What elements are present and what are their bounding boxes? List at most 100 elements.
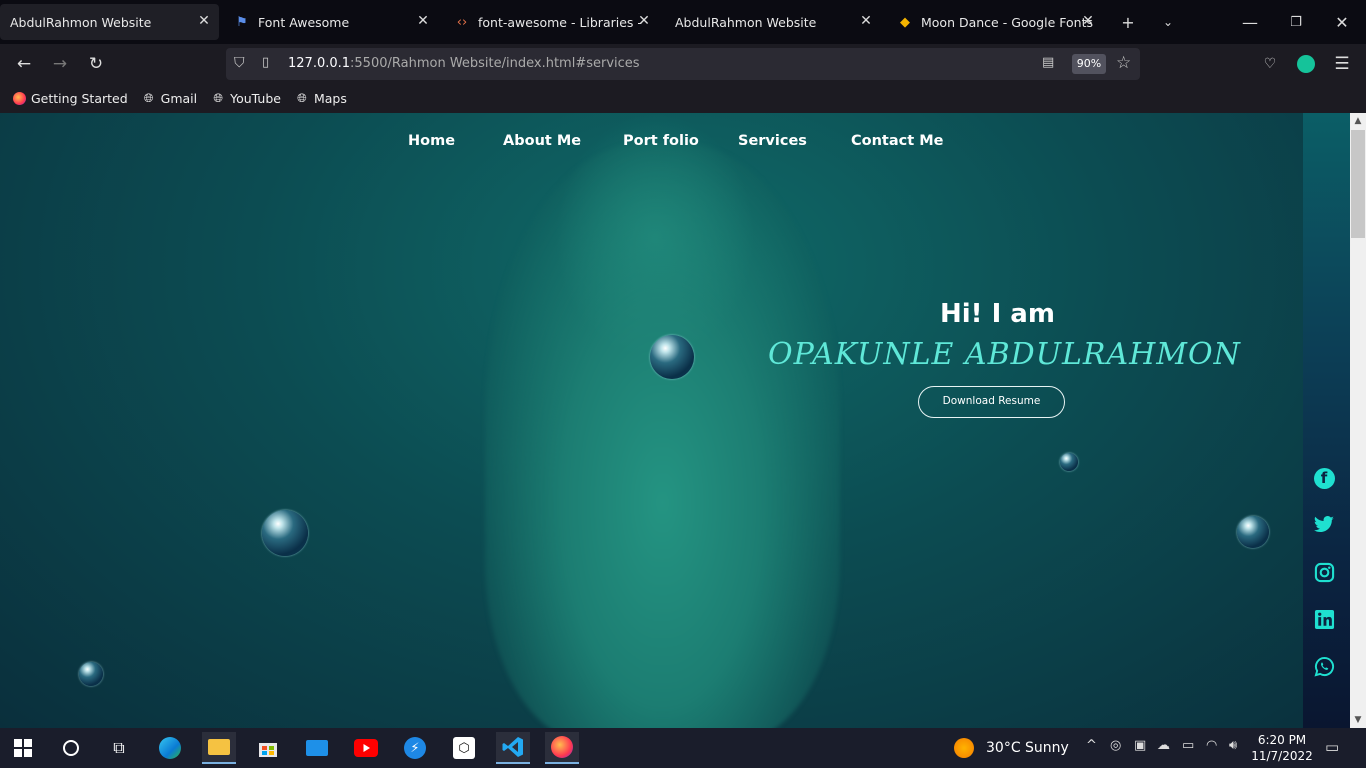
close-tab-icon[interactable]: ✕ <box>857 13 875 29</box>
instagram-icon[interactable] <box>1312 560 1336 584</box>
tab-label: Font Awesome <box>258 14 350 30</box>
windows-taskbar: ⧉ ⚡ ⬡ 30°C Sunny ^ ◎ ▣ ☁ ▭ ◠ 🔊︎ 6:20 PM … <box>0 728 1366 768</box>
tab-label: font-awesome - Libraries - cdnjs <box>478 14 643 30</box>
bookmark-star-icon[interactable]: ☆ <box>1116 53 1131 73</box>
youtube-icon[interactable] <box>349 732 383 764</box>
globe-icon: 🌐︎ <box>143 91 154 105</box>
globe-icon: 🌐︎ <box>297 91 307 105</box>
nav-link-about-me[interactable]: About Me <box>503 133 581 149</box>
tab-abdulrahmon-website-2[interactable]: AbdulRahmon Website ✕ <box>665 4 881 40</box>
scroll-down-icon[interactable]: ▼ <box>1350 712 1366 728</box>
tab-abdulrahmon-website[interactable]: AbdulRahmon Website ✕ <box>0 4 219 40</box>
page-viewport: Home About Me Port folio Services Contac… <box>0 113 1366 728</box>
ink-smoke-top <box>555 113 755 363</box>
firefox-icon <box>12 92 26 106</box>
bubble <box>79 662 103 686</box>
nav-link-portfolio[interactable]: Port folio <box>623 133 699 149</box>
back-icon[interactable]: ← <box>10 50 38 78</box>
scroll-thumb[interactable] <box>1351 130 1365 238</box>
antivirus-icon[interactable]: ◎ <box>1110 738 1121 753</box>
close-tab-icon[interactable]: ✕ <box>635 13 653 29</box>
close-tab-icon[interactable]: ✕ <box>195 13 213 29</box>
pocket-icon[interactable]: ♡ <box>1256 50 1284 78</box>
task-view-icon[interactable]: ⧉ <box>102 732 136 764</box>
google-fonts-icon: ◆ <box>900 14 910 30</box>
battery-icon[interactable]: ▭ <box>1182 738 1194 753</box>
page-info-icon[interactable]: ▯ <box>262 55 269 70</box>
minimize-icon[interactable]: — <box>1236 8 1264 36</box>
nav-link-contact-me[interactable]: Contact Me <box>851 133 943 149</box>
edge-icon[interactable] <box>153 732 187 764</box>
hamburger-menu-icon[interactable]: ☰ <box>1328 50 1356 78</box>
scroll-up-icon[interactable]: ▲ <box>1350 113 1366 129</box>
bubble <box>262 510 308 556</box>
hero-name: OPAKUNLE ABDULRAHMON <box>768 337 1241 372</box>
bookmark-youtube[interactable]: 🌐︎ YouTube <box>211 91 281 106</box>
tab-label: Moon Dance - Google Fonts <box>921 14 1093 30</box>
tab-cdnjs[interactable]: ‹› font-awesome - Libraries - cdnjs ✕ <box>444 4 659 40</box>
reader-view-icon[interactable]: ▤ <box>1042 55 1054 70</box>
new-tab-icon[interactable]: + <box>1114 8 1142 36</box>
url-host: 127.0.0.1 <box>288 56 351 71</box>
bookmark-label: Maps <box>313 91 347 106</box>
close-tab-icon[interactable]: ✕ <box>1079 13 1097 29</box>
whatsapp-icon[interactable] <box>1312 654 1336 678</box>
linkedin-icon[interactable] <box>1312 607 1336 631</box>
wifi-icon[interactable]: ◠ <box>1206 738 1217 753</box>
vscode-icon[interactable] <box>496 732 530 764</box>
zoom-level[interactable]: 90% <box>1072 54 1106 74</box>
codepen-icon[interactable]: ⬡ <box>447 732 481 764</box>
flag-icon: ⚑ <box>236 14 248 30</box>
weather-text: 30°C Sunny <box>986 740 1069 756</box>
download-resume-button[interactable]: Download Resume <box>918 386 1065 418</box>
windows-start-icon[interactable] <box>6 732 40 764</box>
twitter-icon[interactable] <box>1312 513 1336 537</box>
bubble <box>650 335 694 379</box>
forward-icon[interactable]: → <box>46 50 74 78</box>
weather-widget[interactable]: 30°C Sunny <box>954 738 1069 758</box>
nav-link-home[interactable]: Home <box>408 133 455 149</box>
shield-icon[interactable]: ⛉ <box>234 55 245 71</box>
volume-icon[interactable]: 🔊︎ <box>1229 738 1237 753</box>
clock-time: 6:20 PM <box>1257 733 1307 747</box>
microsoft-store-icon[interactable] <box>251 732 285 764</box>
clock[interactable]: 6:20 PM 11/7/2022 <box>1250 732 1314 764</box>
bubble <box>1237 516 1269 548</box>
code-icon: ‹› <box>456 14 468 30</box>
list-tabs-icon[interactable]: ⌄ <box>1154 8 1182 36</box>
tab-font-awesome[interactable]: ⚑ Font Awesome ✕ <box>224 4 438 40</box>
onedrive-icon[interactable]: ☁ <box>1157 738 1170 753</box>
bookmark-gmail[interactable]: 🌐︎ Gmail <box>142 91 197 106</box>
tab-label: AbdulRahmon Website <box>10 14 152 30</box>
file-explorer-icon[interactable] <box>202 732 236 764</box>
bookmark-label: YouTube <box>230 91 281 106</box>
sun-icon <box>954 738 974 758</box>
reload-icon[interactable]: ↻ <box>82 50 110 78</box>
messenger-icon[interactable]: ⚡ <box>398 732 432 764</box>
facebook-icon[interactable]: f <box>1312 466 1336 490</box>
clock-date: 11/7/2022 <box>1251 749 1313 763</box>
close-tab-icon[interactable]: ✕ <box>414 13 432 29</box>
chevron-up-icon[interactable]: ^ <box>1086 738 1097 753</box>
grammarly-icon[interactable] <box>1292 50 1320 78</box>
url-text[interactable]: 127.0.0.1:5500/Rahmon Website/index.html… <box>288 56 640 71</box>
url-bar[interactable]: ⛉ ▯ 127.0.0.1:5500/Rahmon Website/index.… <box>226 48 1140 80</box>
mail-icon[interactable] <box>300 732 334 764</box>
globe-icon: 🌐︎ <box>213 91 223 105</box>
bookmark-getting-started[interactable]: Getting Started <box>12 91 128 106</box>
social-sidebar <box>1303 113 1350 728</box>
restore-icon[interactable]: ❐ <box>1282 8 1310 36</box>
close-window-icon[interactable]: ✕ <box>1328 8 1356 36</box>
firefox-taskbar-icon[interactable] <box>545 732 579 764</box>
tab-bar: AbdulRahmon Website ✕ ⚑ Font Awesome ✕ ‹… <box>0 0 1366 44</box>
search-icon[interactable] <box>54 732 88 764</box>
meet-now-icon[interactable]: ▣ <box>1134 738 1146 753</box>
nav-link-services[interactable]: Services <box>738 133 807 149</box>
bookmark-label: Gmail <box>160 91 198 106</box>
bookmark-label: Getting Started <box>31 91 128 106</box>
bookmark-maps[interactable]: 🌐︎ Maps <box>295 91 347 106</box>
tab-label: AbdulRahmon Website <box>675 14 817 30</box>
tab-moon-dance[interactable]: ◆ Moon Dance - Google Fonts ✕ <box>887 4 1103 40</box>
hero-greeting: Hi! I am <box>940 299 1055 329</box>
notifications-icon[interactable]: ▭ <box>1325 738 1339 756</box>
